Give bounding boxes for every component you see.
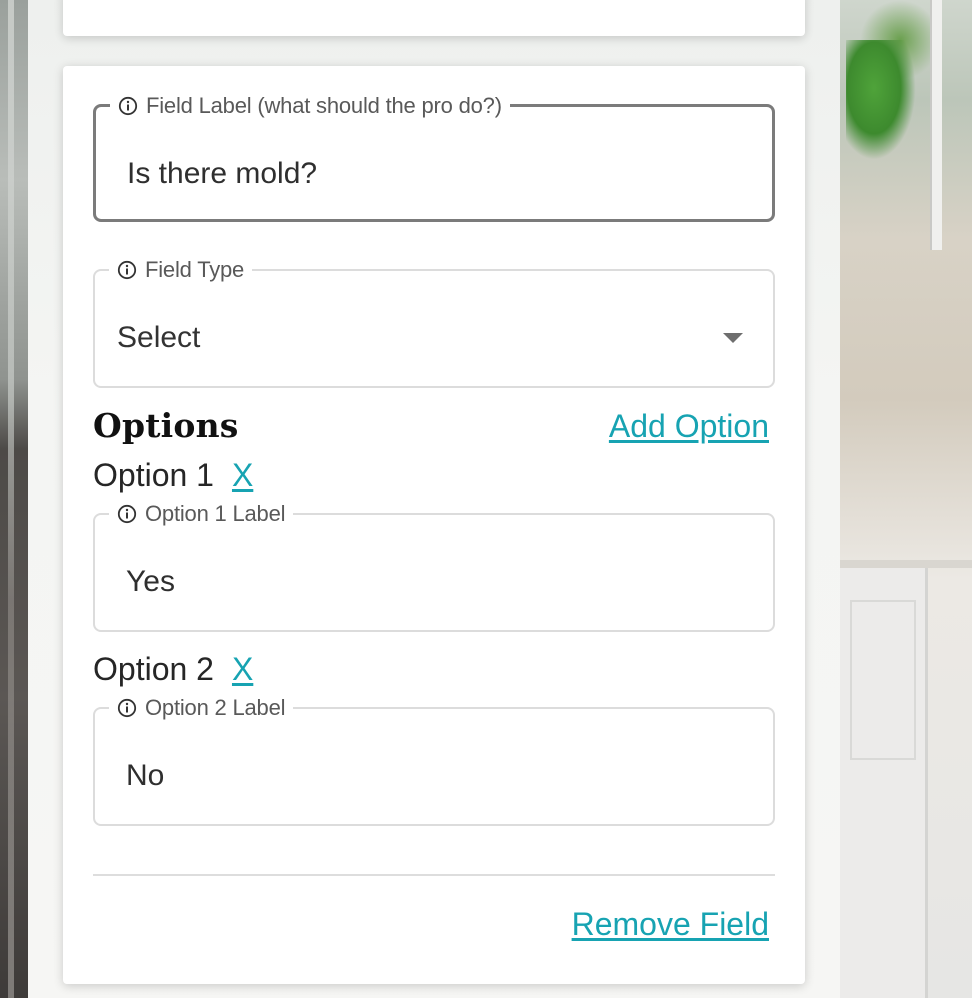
field-type-value[interactable]: Select bbox=[117, 321, 200, 355]
caret-down-icon[interactable] bbox=[723, 333, 743, 343]
info-circle-icon[interactable] bbox=[117, 504, 137, 524]
field-type-legend: Field Type bbox=[109, 256, 253, 284]
options-heading: Options bbox=[93, 406, 239, 445]
previous-field-card bbox=[63, 0, 805, 36]
divider bbox=[93, 874, 775, 876]
field-label-input[interactable]: Field Label (what should the pro do?) Is… bbox=[93, 92, 775, 222]
option-1-label-input[interactable]: Option 1 Label Yes bbox=[93, 500, 775, 632]
option-1-value[interactable]: Yes bbox=[126, 565, 175, 599]
option-2-header: Option 2 X bbox=[93, 651, 253, 688]
field-editor-card: Field Label (what should the pro do?) Is… bbox=[63, 66, 805, 984]
field-label-value[interactable]: Is there mold? bbox=[127, 157, 317, 191]
option-2-title: Option 2 bbox=[93, 651, 214, 687]
option-1-legend-text: Option 1 Label bbox=[145, 501, 286, 526]
option-2-legend: Option 2 Label bbox=[109, 694, 294, 722]
background-left bbox=[0, 0, 28, 998]
option-2-value[interactable]: No bbox=[126, 759, 164, 793]
option-1-legend: Option 1 Label bbox=[109, 500, 294, 528]
remove-option-2-link[interactable]: X bbox=[232, 651, 253, 688]
remove-field-link[interactable]: Remove Field bbox=[572, 906, 769, 943]
info-circle-icon[interactable] bbox=[117, 260, 137, 280]
option-2-label-input[interactable]: Option 2 Label No bbox=[93, 694, 775, 826]
remove-option-1-link[interactable]: X bbox=[232, 457, 253, 494]
info-circle-icon[interactable] bbox=[117, 698, 137, 718]
field-label-legend: Field Label (what should the pro do?) bbox=[110, 92, 510, 120]
field-type-select[interactable]: Field Type Select bbox=[93, 256, 775, 388]
info-circle-icon[interactable] bbox=[118, 96, 138, 116]
background-photo bbox=[840, 0, 972, 998]
field-label-legend-text: Field Label (what should the pro do?) bbox=[146, 93, 502, 118]
option-1-title: Option 1 bbox=[93, 457, 214, 493]
add-option-link[interactable]: Add Option bbox=[609, 408, 769, 445]
option-1-header: Option 1 X bbox=[93, 457, 253, 494]
field-type-legend-text: Field Type bbox=[145, 257, 245, 282]
option-2-legend-text: Option 2 Label bbox=[145, 695, 286, 720]
